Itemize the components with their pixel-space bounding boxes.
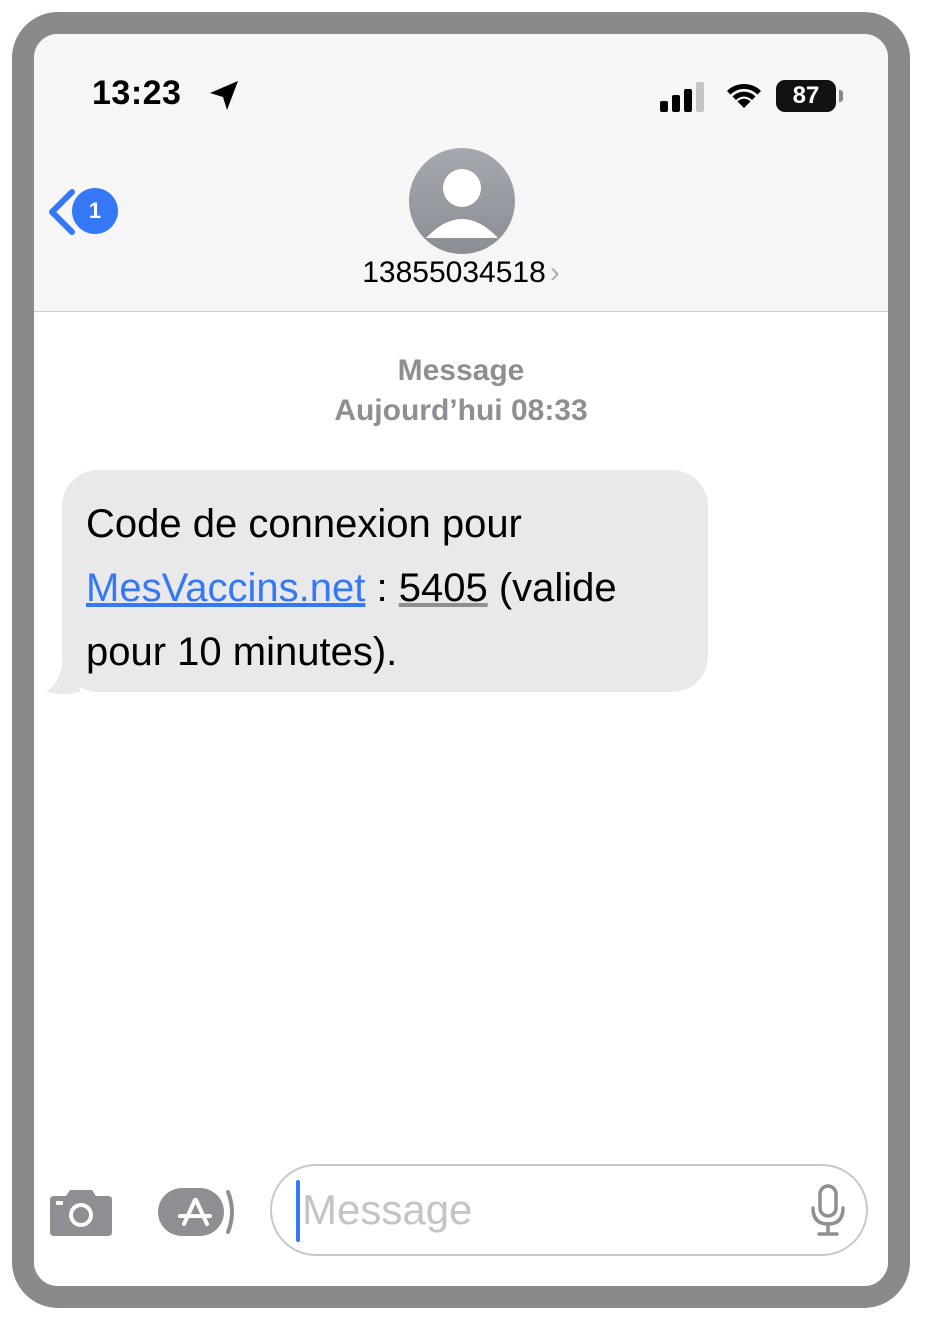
unread-count-badge[interactable]: 1 — [72, 188, 118, 234]
message-input-placeholder: Message — [302, 1186, 473, 1233]
camera-icon[interactable] — [48, 1184, 114, 1238]
conversation-header: 13:23 87 1 13855034518 › — [34, 34, 888, 312]
contact-avatar[interactable] — [409, 148, 515, 254]
battery-indicator: 87 — [776, 80, 846, 112]
status-time: 13:23 — [92, 74, 182, 112]
contact-name-row[interactable]: 13855034518 › — [34, 256, 888, 290]
message-text-separator: : — [365, 566, 399, 610]
message-timestamp: Aujourd’hui 08:33 — [334, 394, 588, 427]
message-text-intro: Code de connexion pour — [86, 502, 522, 546]
person-icon — [426, 169, 498, 238]
message-input[interactable]: Message — [270, 1164, 868, 1256]
verification-code[interactable]: 5405 — [399, 566, 488, 610]
message-link[interactable]: MesVaccins.net — [86, 566, 365, 610]
battery-level: 87 — [776, 80, 836, 112]
cellular-signal-icon — [660, 82, 704, 112]
messages-screen: 13:23 87 1 13855034518 › Message Aujourd… — [34, 34, 888, 1286]
microphone-icon[interactable] — [808, 1184, 848, 1238]
text-caret — [296, 1180, 300, 1242]
contact-number[interactable]: 13855034518 — [362, 256, 546, 289]
wifi-icon — [727, 83, 761, 108]
message-service-label: Message — [397, 354, 525, 387]
app-store-icon[interactable] — [158, 1186, 238, 1238]
phone-frame: 13:23 87 1 13855034518 › Message Aujourd… — [12, 12, 910, 1308]
battery-nub — [839, 90, 843, 102]
location-arrow-icon — [210, 81, 238, 110]
chevron-right-icon: › — [549, 256, 560, 289]
incoming-message-bubble[interactable]: Code de connexion pour MesVaccins.net : … — [62, 470, 708, 692]
